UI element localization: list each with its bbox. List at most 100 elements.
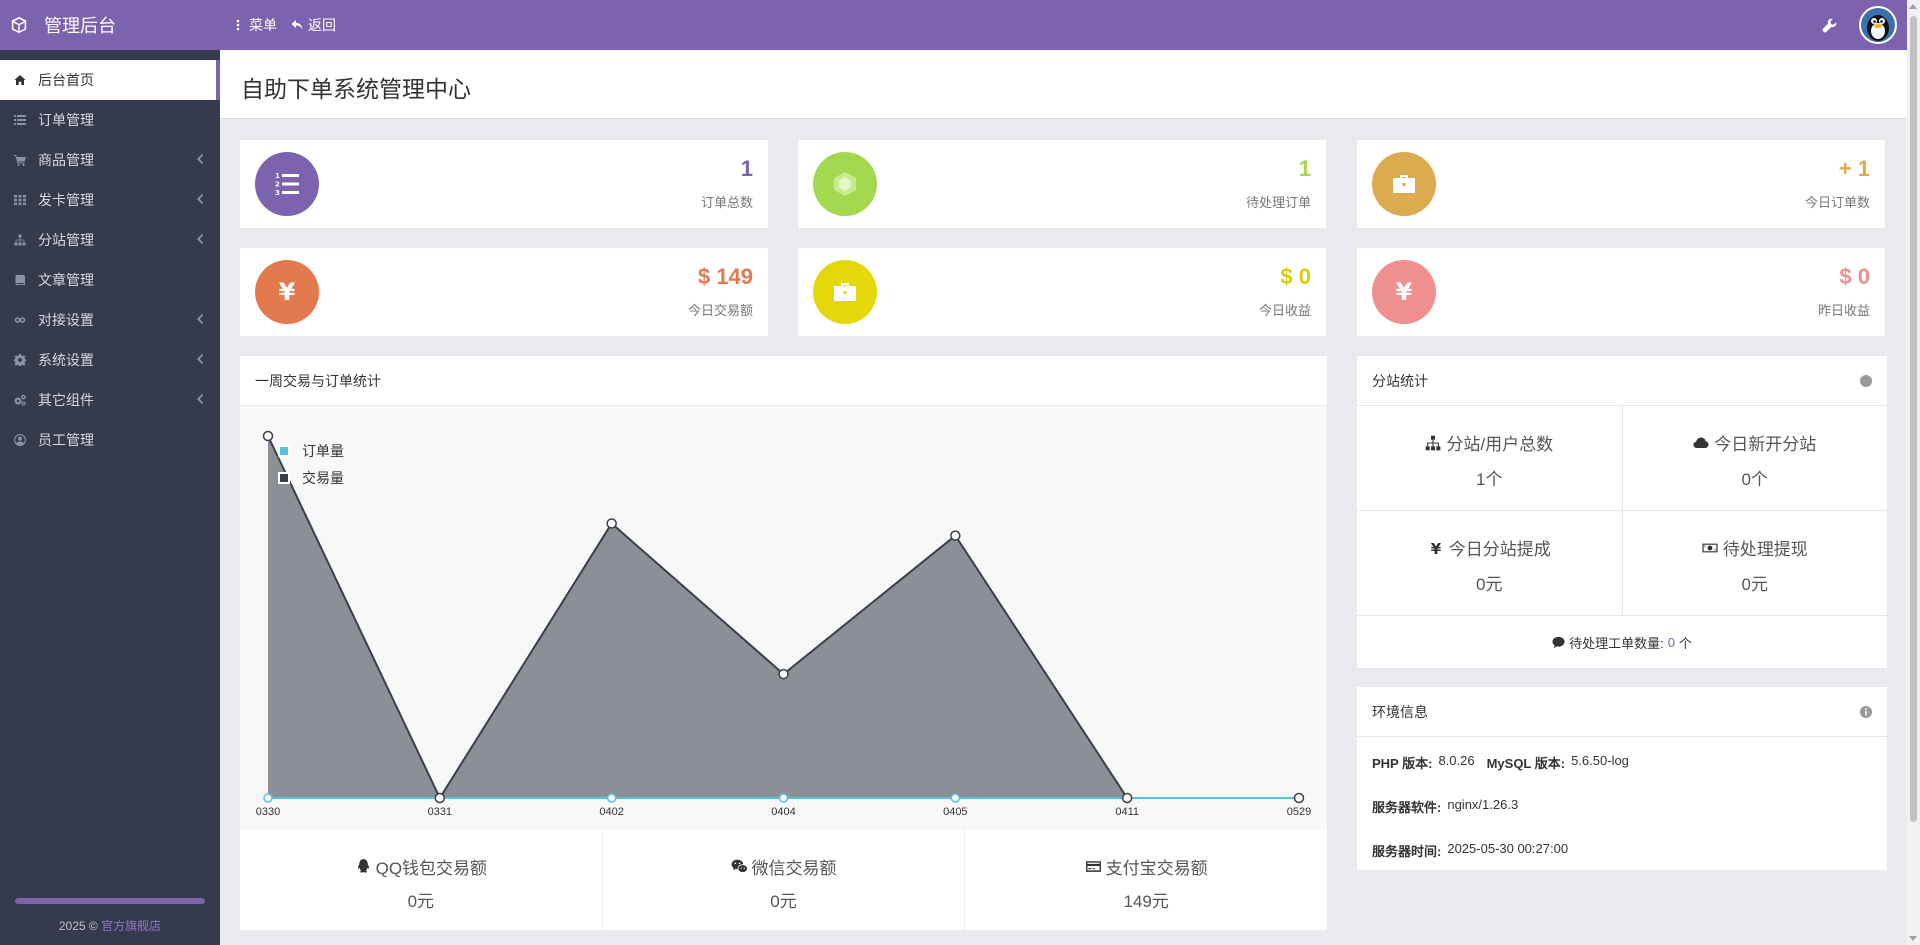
- qq-icon: [357, 859, 369, 873]
- brand[interactable]: 管理后台: [0, 0, 220, 50]
- top-navbar: 管理后台 菜单 返回: [0, 0, 1907, 50]
- chevron-left-icon: [197, 354, 204, 364]
- sidebar-item-products[interactable]: 商品管理: [0, 140, 220, 180]
- sidebar-item-orders[interactable]: 订单管理: [0, 100, 220, 140]
- back-label: 返回: [308, 17, 336, 33]
- sidebar-item-label: 文章管理: [38, 272, 94, 288]
- sidebar-item-settings[interactable]: 系统设置: [0, 340, 220, 380]
- vertical-scrollbar[interactable]: [1907, 0, 1920, 945]
- sidebar-item-substations[interactable]: 分站管理: [0, 220, 220, 260]
- svg-text:2: 2: [275, 181, 280, 189]
- substation-panel-title: 分站统计: [1372, 372, 1428, 389]
- store-link[interactable]: 官方旗舰店: [101, 919, 161, 933]
- pending-tickets[interactable]: 待处理工单数量: 0 个: [1357, 616, 1887, 668]
- stat-card-total-orders: 123 1 订单总数: [240, 140, 768, 228]
- legend-swatch: [280, 447, 288, 455]
- svg-text:3: 3: [275, 189, 280, 197]
- menu-toggle-button[interactable]: 菜单: [232, 15, 277, 35]
- yen-icon: ¥: [1372, 260, 1436, 324]
- list-icon: [14, 115, 26, 125]
- sitemap-icon: [1426, 435, 1441, 450]
- weekly-panel-title: 一周交易与订单统计: [255, 372, 381, 389]
- x-tick-label: 0331: [428, 806, 452, 818]
- legend-label: 订单量: [302, 443, 344, 459]
- mysql-version-value: 5.6.50-log: [1571, 753, 1629, 768]
- cloud-icon: [1693, 437, 1709, 448]
- order-point: [950, 793, 961, 803]
- sidebar-item-staff[interactable]: 员工管理: [0, 420, 220, 460]
- cube-icon: [813, 152, 877, 216]
- chevron-left-icon: [197, 194, 204, 204]
- stat-value: $ 0: [1280, 264, 1311, 289]
- stat-card-pending-orders: 1 待处理订单: [798, 140, 1326, 228]
- php-version-value: 8.0.26: [1438, 753, 1475, 768]
- stat-label: 今日收益: [1258, 303, 1311, 318]
- menu-label: 菜单: [249, 17, 277, 33]
- panel-title: 一周交易与订单统计: [240, 356, 1327, 406]
- sidebar-item-integration[interactable]: 对接设置: [0, 300, 220, 340]
- trade-area: [268, 436, 1299, 798]
- app-title: 管理后台: [44, 16, 116, 36]
- wechat-icon: [731, 859, 748, 873]
- php-version-label: PHP 版本:: [1372, 756, 1433, 771]
- pay-value: 149元: [1123, 892, 1169, 911]
- copyright-text: 2025 ©: [58, 919, 102, 933]
- x-tick-label: 0529: [1287, 806, 1311, 818]
- chevron-left-icon: [197, 154, 204, 164]
- substation-stat-label: 待处理提现: [1722, 540, 1808, 559]
- mysql-version-label: MySQL 版本:: [1486, 756, 1566, 771]
- stat-card-today-income: $ 0 今日收益: [798, 248, 1326, 336]
- stat-label: 待处理订单: [1245, 195, 1311, 210]
- substation-stat-label: 今日分站提成: [1448, 540, 1551, 559]
- sidebar-item-label: 后台首页: [38, 72, 94, 88]
- sidebar-item-articles[interactable]: 文章管理: [0, 260, 220, 300]
- pay-label: QQ钱包交易额: [375, 859, 488, 878]
- trade-point: [606, 518, 617, 529]
- env-time-row: 服务器时间: 2025-05-30 00:27:00: [1372, 841, 1872, 885]
- ticket-unit: 个: [1678, 635, 1692, 651]
- stat-label: 订单总数: [700, 195, 753, 210]
- info-icon[interactable]: [1860, 706, 1872, 718]
- sidebar-item-label: 分站管理: [38, 232, 94, 248]
- stat-card-today-orders: + 1 今日订单数: [1357, 140, 1885, 228]
- book-icon: [15, 275, 25, 285]
- sitemap-icon: [14, 234, 26, 246]
- chart-canvas: 0330 0331 0402 0404 0405 0411 0529 订单量交易量: [256, 430, 1311, 818]
- stat-value: + 1: [1838, 156, 1870, 181]
- server-software-label: 服务器软件:: [1372, 800, 1442, 815]
- back-button[interactable]: 返回: [291, 15, 336, 35]
- yen-icon: ¥: [255, 260, 319, 324]
- grid-icon: [14, 195, 26, 206]
- stat-label: 今日订单数: [1804, 195, 1870, 210]
- chevron-left-icon: [197, 234, 204, 244]
- money-icon: [1702, 543, 1718, 552]
- x-tick-label: 0402: [599, 806, 623, 818]
- wrench-icon[interactable]: [1822, 18, 1837, 33]
- pay-label: 支付宝交易额: [1105, 859, 1208, 878]
- trade-point: [778, 668, 789, 680]
- substation-panel: 分站统计 分站/用户总数 1个 今日新开分站 0个 ¥ 今日分站提成 0元 待处…: [1357, 356, 1887, 668]
- page-title: 自助下单系统管理中心: [241, 76, 471, 102]
- server-software-value: nginx/1.26.3: [1447, 797, 1519, 812]
- env-server-row: 服务器软件: nginx/1.26.3: [1372, 797, 1872, 841]
- server-time-label: 服务器时间:: [1372, 844, 1442, 859]
- trade-point: [434, 792, 446, 804]
- sidebar-footer: 2025 © 官方旗舰店: [0, 917, 220, 934]
- sidebar-item-home[interactable]: 后台首页: [0, 60, 220, 100]
- scroll-up-arrow-icon[interactable]: [1909, 4, 1917, 9]
- sidebar-item-components[interactable]: 其它组件: [0, 380, 220, 420]
- sidebar-item-label: 发卡管理: [38, 192, 94, 208]
- sidebar-item-label: 其它组件: [38, 392, 94, 408]
- stat-value: $ 0: [1839, 264, 1870, 289]
- scrollbar-thumb[interactable]: [1910, 16, 1917, 822]
- sidebar-item-cards[interactable]: 发卡管理: [0, 180, 220, 220]
- credit-card-icon: [1085, 861, 1101, 872]
- comment-icon: [1552, 636, 1565, 648]
- status-dot-icon[interactable]: [1860, 375, 1872, 387]
- payment-summary: QQ钱包交易额 0元 微信交易额 0元 支付宝交易额 149元: [240, 830, 1327, 930]
- user-avatar[interactable]: [1859, 6, 1897, 44]
- substation-stat-value: 0个: [1741, 470, 1768, 489]
- stat-card-yesterday-income: ¥ $ 0 昨日收益: [1357, 248, 1885, 336]
- briefcase-icon: [1372, 152, 1436, 216]
- scroll-down-arrow-icon[interactable]: [1909, 936, 1917, 941]
